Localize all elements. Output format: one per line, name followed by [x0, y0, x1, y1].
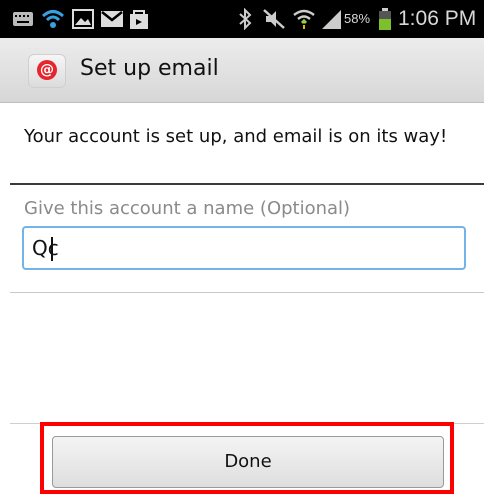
- status-bar: 58% 1:06 PM: [0, 0, 484, 38]
- action-bar: @ Set up email: [0, 38, 484, 103]
- keyboard-icon: [12, 8, 34, 30]
- wifi-signal-icon: [292, 8, 316, 30]
- gallery-icon: [72, 8, 94, 30]
- battery-icon: [378, 8, 392, 30]
- gmail-icon: [100, 8, 124, 30]
- battery-percent: 58%: [344, 11, 371, 26]
- section-divider: [10, 183, 484, 185]
- wifi-icon: [40, 8, 66, 30]
- done-button[interactable]: Done: [52, 436, 444, 488]
- mute-icon: [262, 8, 286, 30]
- text-cursor: [51, 237, 53, 261]
- account-name-label: Give this account a name (Optional): [24, 198, 351, 219]
- cell-signal-icon: [320, 8, 342, 30]
- page-title: Set up email: [80, 56, 219, 81]
- email-app-icon[interactable]: @: [28, 54, 66, 88]
- setup-complete-message: Your account is set up, and email is on …: [24, 126, 448, 147]
- clock: 1:06 PM: [398, 7, 477, 30]
- shopping-bag-icon: [128, 8, 150, 30]
- bluetooth-icon: [238, 8, 252, 30]
- field-divider: [10, 292, 484, 293]
- account-name-input[interactable]: [22, 226, 466, 270]
